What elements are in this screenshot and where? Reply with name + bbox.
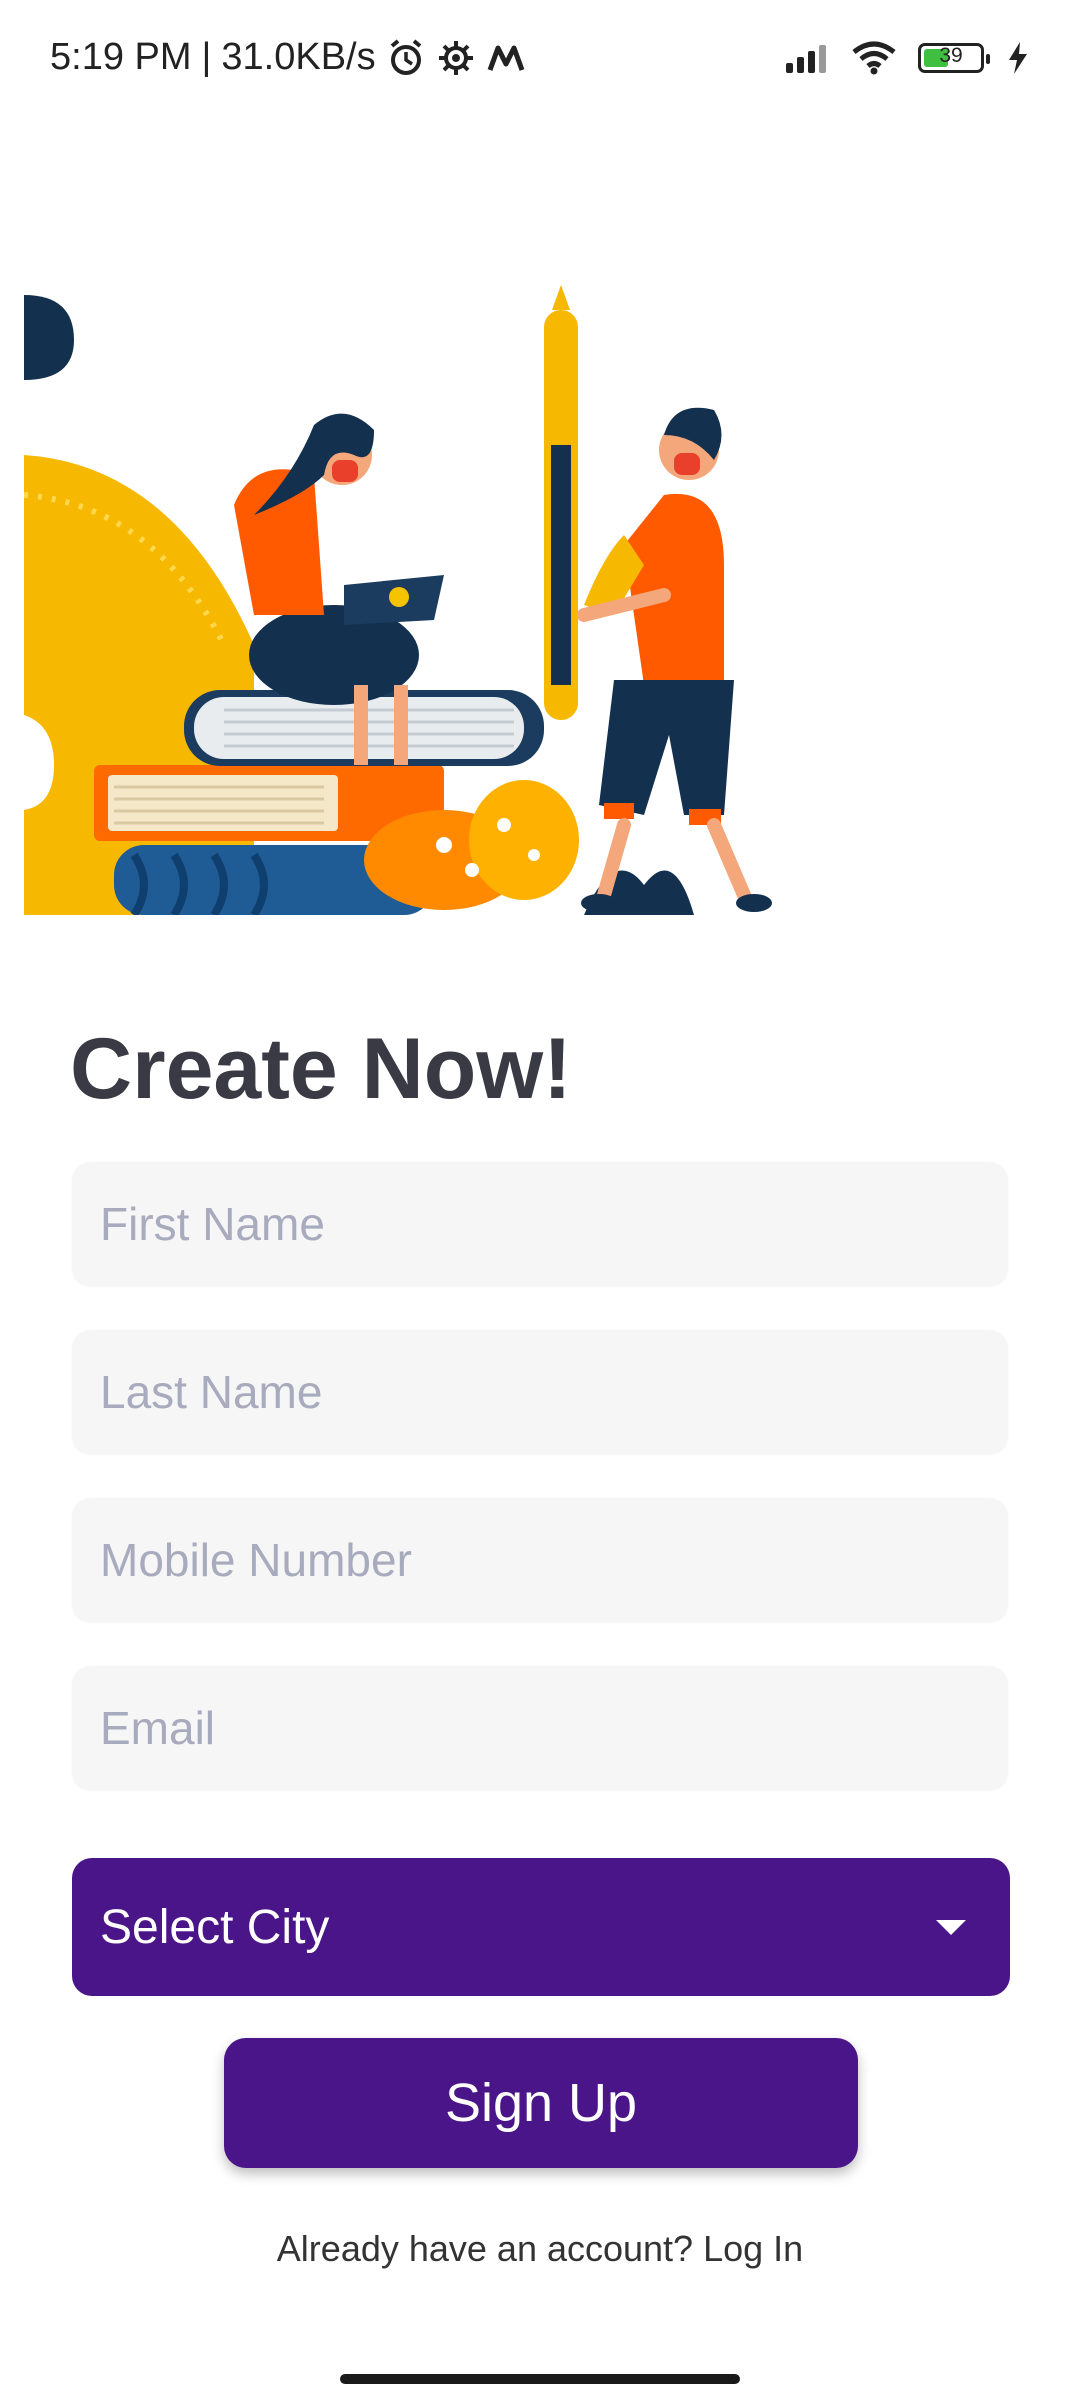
hero-illustration <box>24 285 804 915</box>
first-name-field-container <box>72 1162 1008 1286</box>
sign-up-button[interactable]: Sign Up <box>224 2038 858 2168</box>
last-name-input[interactable] <box>72 1330 1008 1454</box>
status-separator: | <box>201 36 212 78</box>
login-prompt: Already have an account? Log In <box>0 2228 1080 2270</box>
mobile-field-container <box>72 1498 1008 1622</box>
city-select-label: Select City <box>100 1900 330 1954</box>
battery-level: 39 <box>939 44 963 67</box>
status-time: 5:19 PM <box>50 36 192 78</box>
page-title: Create Now! <box>70 1021 572 1117</box>
charging-icon <box>1009 42 1027 74</box>
signal-icon <box>786 45 826 73</box>
email-input[interactable] <box>72 1666 1008 1790</box>
m-app-icon <box>487 45 524 71</box>
dropdown-caret-icon <box>936 1919 966 1935</box>
email-field-container <box>72 1666 1008 1790</box>
last-name-field-container <box>72 1330 1008 1454</box>
home-indicator[interactable] <box>340 2374 740 2384</box>
alarm-icon <box>390 38 421 75</box>
network-speed: 31.0KB/s <box>221 36 376 78</box>
battery-icon: 39 <box>918 43 990 73</box>
status-bar: 5:19 PM | 31.0KB/s 39 <box>0 0 1080 120</box>
mobile-number-input[interactable] <box>72 1498 1008 1622</box>
wifi-icon <box>852 41 896 75</box>
status-right: 39 <box>786 40 1030 76</box>
login-prompt-text: Already have an account? <box>276 2228 694 2269</box>
settings-icon <box>438 40 473 75</box>
first-name-input[interactable] <box>72 1162 1008 1286</box>
log-in-link[interactable]: Log In <box>703 2228 803 2269</box>
students-illustration <box>24 285 772 915</box>
status-left: 5:19 PM | 31.0KB/s <box>50 36 526 79</box>
city-select[interactable]: Select City <box>72 1858 1010 1996</box>
